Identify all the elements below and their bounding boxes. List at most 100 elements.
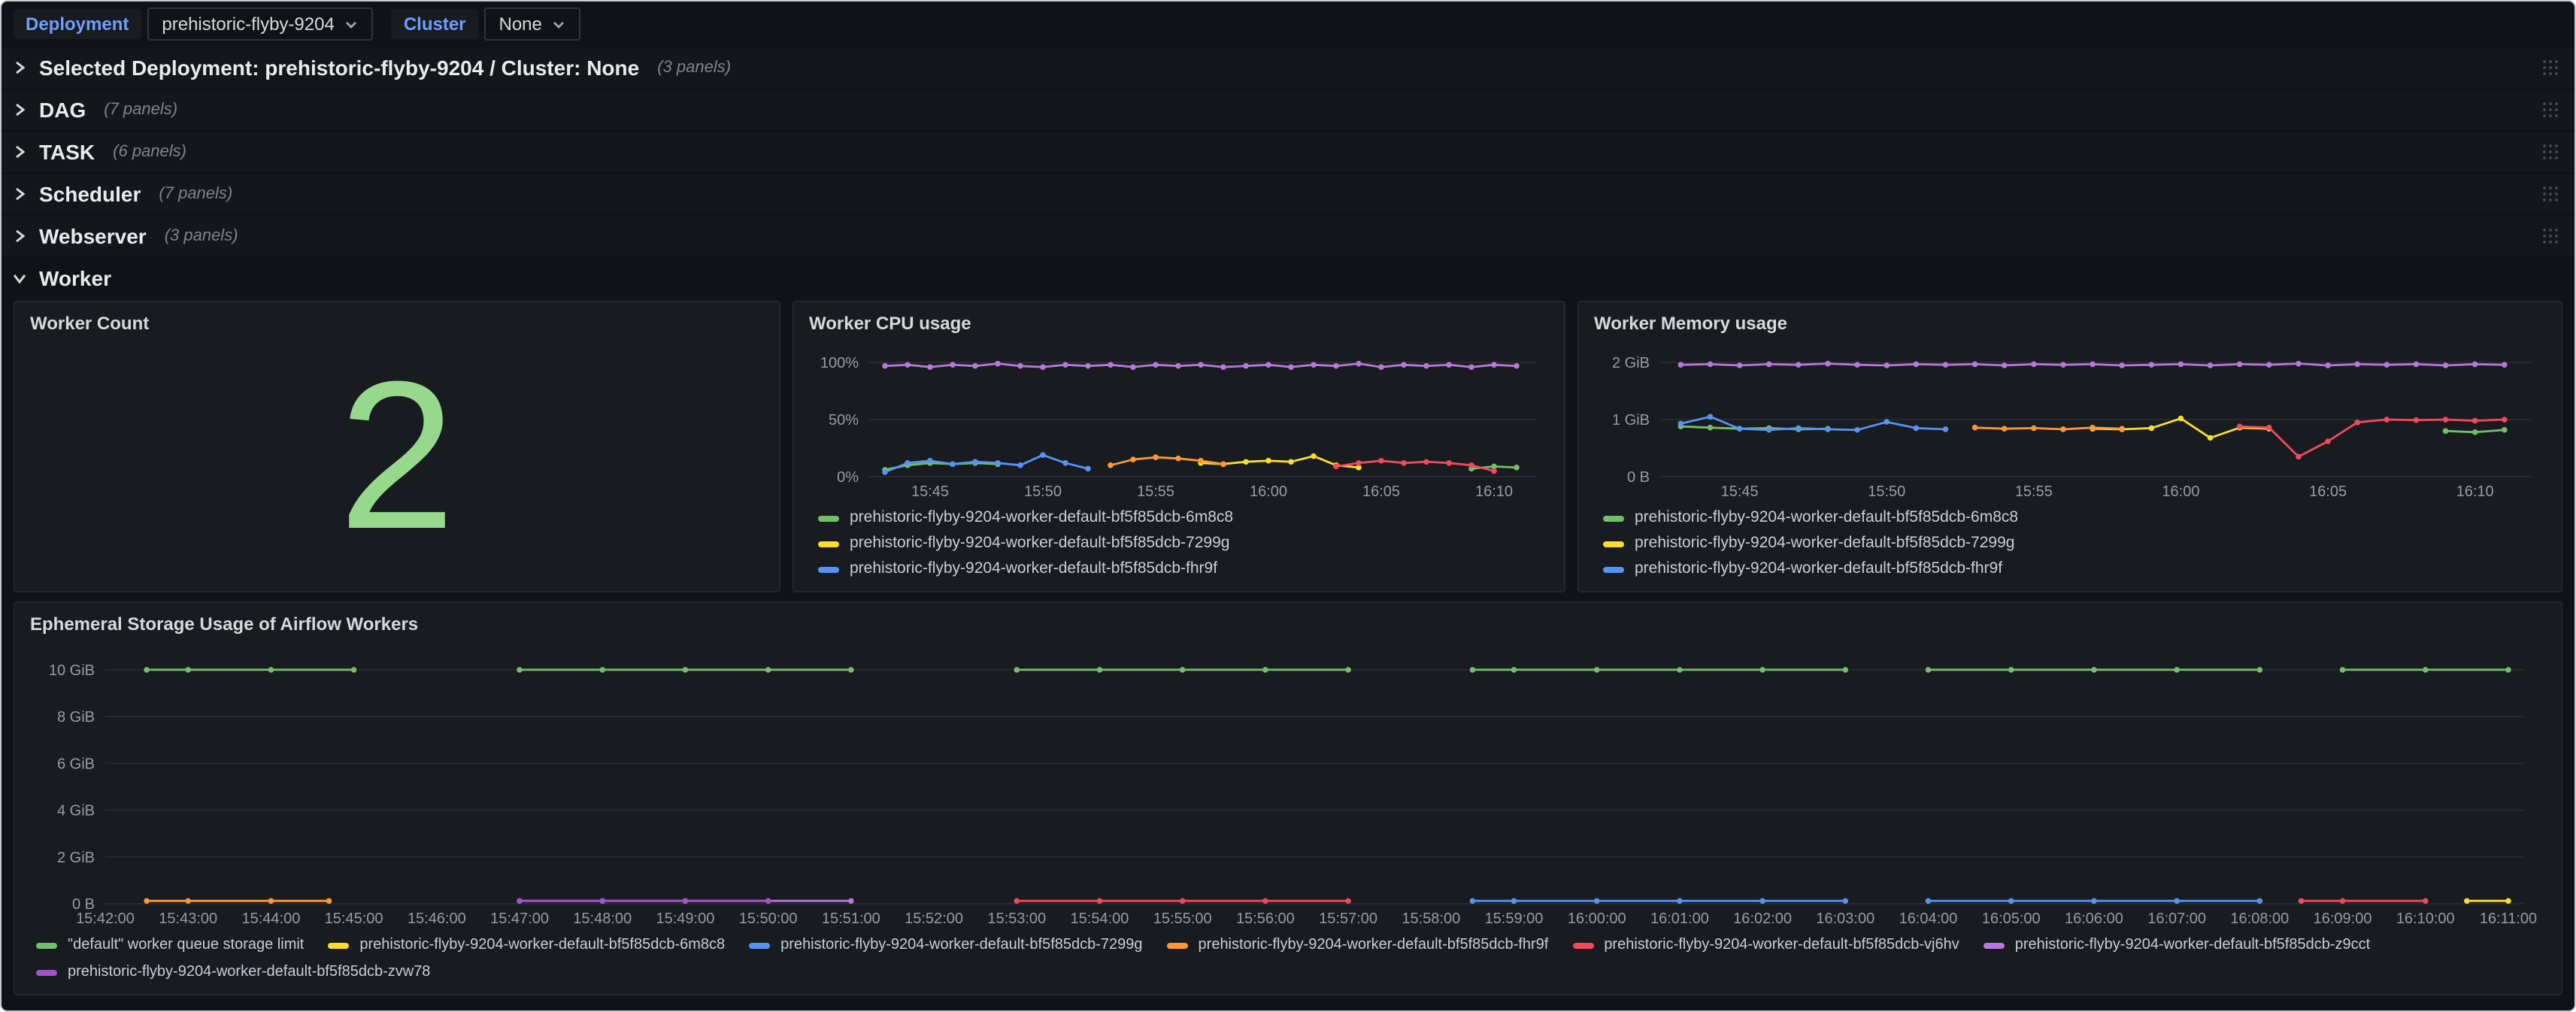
- svg-text:16:10: 16:10: [1475, 483, 1513, 500]
- worker-memory-legend: prehistoric-flyby-9204-worker-default-bf…: [1594, 504, 2546, 585]
- ephemeral-storage-chart[interactable]: 0 B2 GiB4 GiB6 GiB8 GiB10 GiB15:42:0015:…: [30, 639, 2546, 931]
- row-panel-count: (6 panels): [113, 143, 186, 161]
- row-header-scheduler[interactable]: Scheduler (7 panels): [2, 174, 2574, 214]
- legend-series-color: [818, 515, 839, 521]
- row-header-task[interactable]: TASK (6 panels): [2, 132, 2574, 171]
- drag-handle-icon[interactable]: [2541, 185, 2559, 203]
- legend-item[interactable]: prehistoric-flyby-9204-worker-default-bf…: [1603, 505, 2546, 531]
- legend-series-label: prehistoric-flyby-9204-worker-default-bf…: [780, 932, 1142, 958]
- legend-series-label: prehistoric-flyby-9204-worker-default-bf…: [68, 959, 430, 985]
- legend-item[interactable]: prehistoric-flyby-9204-worker-default-bf…: [1603, 556, 2546, 582]
- drag-handle-icon[interactable]: [2541, 101, 2559, 119]
- legend-series-label: prehistoric-flyby-9204-worker-default-bf…: [1635, 531, 2014, 556]
- legend-series-label: prehistoric-flyby-9204-worker-default-bf…: [850, 531, 1229, 556]
- legend-series-color: [1603, 515, 1624, 521]
- svg-text:16:04:00: 16:04:00: [1899, 910, 1958, 927]
- row-header-webserver[interactable]: Webserver (3 panels): [2, 217, 2574, 256]
- legend-series-color: [1603, 566, 1624, 572]
- svg-text:15:55:00: 15:55:00: [1153, 910, 1212, 927]
- panel-worker-cpu-usage: Worker CPU usage 0%50%100%15:4515:5015:5…: [792, 301, 1565, 592]
- variable-cluster: Cluster None: [392, 8, 581, 41]
- svg-text:15:50: 15:50: [1024, 483, 1062, 500]
- legend-item[interactable]: "default" worker queue storage limit: [36, 932, 304, 958]
- row-title: Selected Deployment: prehistoric-flyby-9…: [39, 56, 639, 80]
- row-title: Worker: [39, 266, 111, 290]
- panel-ephemeral-storage: Ephemeral Storage Usage of Airflow Worke…: [14, 601, 2562, 995]
- svg-text:16:02:00: 16:02:00: [1733, 910, 1792, 927]
- legend-item[interactable]: prehistoric-flyby-9204-worker-default-bf…: [328, 932, 725, 958]
- legend-series-label: prehistoric-flyby-9204-worker-default-bf…: [1604, 932, 1959, 958]
- svg-text:1 GiB: 1 GiB: [1612, 412, 1650, 429]
- panel-title[interactable]: Ephemeral Storage Usage of Airflow Worke…: [30, 612, 2546, 636]
- row-header-worker[interactable]: Worker: [2, 259, 2574, 298]
- worker-cpu-chart[interactable]: 0%50%100%15:4515:5015:5516:0016:0516:10: [809, 338, 1549, 504]
- legend-series-label: prehistoric-flyby-9204-worker-default-bf…: [850, 505, 1233, 531]
- svg-text:15:55: 15:55: [1137, 483, 1174, 500]
- row-title: TASK: [39, 140, 95, 164]
- variable-select-cluster[interactable]: None: [484, 8, 581, 41]
- row-panel-count: (3 panels): [165, 227, 238, 245]
- row-header-dag[interactable]: DAG (7 panels): [2, 90, 2574, 129]
- svg-text:16:00:00: 16:00:00: [1568, 910, 1626, 927]
- drag-handle-icon[interactable]: [2541, 227, 2559, 245]
- svg-text:15:57:00: 15:57:00: [1319, 910, 1377, 927]
- drag-handle-icon[interactable]: [2541, 143, 2559, 161]
- legend-series-color: [1167, 942, 1188, 948]
- svg-text:10 GiB: 10 GiB: [49, 662, 95, 679]
- svg-text:15:45: 15:45: [1721, 483, 1759, 500]
- variable-deployment: Deployment prehistoric-flyby-9204: [14, 8, 374, 41]
- svg-text:15:59:00: 15:59:00: [1485, 910, 1544, 927]
- svg-text:15:55: 15:55: [2015, 483, 2053, 500]
- svg-text:15:56:00: 15:56:00: [1236, 910, 1295, 927]
- worker-memory-chart[interactable]: 0 B1 GiB2 GiB15:4515:5015:5516:0016:0516…: [1594, 338, 2546, 504]
- row-title: DAG: [39, 98, 86, 122]
- grafana-dashboard-window: Deployment prehistoric-flyby-9204 Cluste…: [0, 0, 2576, 1012]
- svg-text:15:43:00: 15:43:00: [159, 910, 217, 927]
- variable-select-deployment[interactable]: prehistoric-flyby-9204: [147, 8, 373, 41]
- svg-text:15:45:00: 15:45:00: [325, 910, 383, 927]
- svg-text:16:07:00: 16:07:00: [2147, 910, 2206, 927]
- row-panel-count: (7 panels): [159, 185, 232, 203]
- legend-item[interactable]: prehistoric-flyby-9204-worker-default-bf…: [1603, 531, 2546, 556]
- legend-item[interactable]: prehistoric-flyby-9204-worker-default-bf…: [818, 531, 1549, 556]
- svg-text:15:46:00: 15:46:00: [408, 910, 466, 927]
- row-header-selected-deployment[interactable]: Selected Deployment: prehistoric-flyby-9…: [2, 48, 2574, 87]
- variables-bar: Deployment prehistoric-flyby-9204 Cluste…: [2, 2, 2574, 47]
- panel-title[interactable]: Worker Memory usage: [1594, 311, 2546, 335]
- legend-item[interactable]: prehistoric-flyby-9204-worker-default-bf…: [818, 505, 1549, 531]
- legend-series-color: [1603, 541, 1624, 547]
- svg-text:16:05: 16:05: [2309, 483, 2347, 500]
- svg-text:15:44:00: 15:44:00: [241, 910, 300, 927]
- worker-count-value: 2: [30, 326, 764, 585]
- panel-title[interactable]: Worker CPU usage: [809, 311, 1549, 335]
- svg-text:15:48:00: 15:48:00: [573, 910, 632, 927]
- svg-text:2 GiB: 2 GiB: [57, 850, 95, 866]
- legend-item[interactable]: prehistoric-flyby-9204-worker-default-bf…: [1984, 932, 2370, 958]
- chevron-right-icon: [12, 102, 27, 117]
- legend-series-color: [818, 566, 839, 572]
- legend-item[interactable]: prehistoric-flyby-9204-worker-default-bf…: [818, 556, 1549, 582]
- legend-item[interactable]: prehistoric-flyby-9204-worker-default-bf…: [36, 959, 430, 985]
- variable-label-deployment[interactable]: Deployment: [14, 9, 141, 39]
- chevron-down-icon: [345, 19, 359, 29]
- svg-text:16:06:00: 16:06:00: [2065, 910, 2123, 927]
- svg-text:16:08:00: 16:08:00: [2230, 910, 2289, 927]
- svg-text:15:58:00: 15:58:00: [1402, 910, 1460, 927]
- svg-text:16:03:00: 16:03:00: [1816, 910, 1874, 927]
- svg-text:15:50: 15:50: [1868, 483, 1905, 500]
- legend-series-label: prehistoric-flyby-9204-worker-default-bf…: [850, 556, 1217, 582]
- svg-text:15:51:00: 15:51:00: [822, 910, 880, 927]
- legend-item[interactable]: prehistoric-flyby-9204-worker-default-bf…: [1572, 932, 1959, 958]
- chevron-down-icon: [12, 271, 27, 286]
- legend-item[interactable]: prehistoric-flyby-9204-worker-default-bf…: [749, 932, 1142, 958]
- legend-item[interactable]: prehistoric-flyby-9204-worker-default-bf…: [1167, 932, 1549, 958]
- svg-text:16:00: 16:00: [1250, 483, 1287, 500]
- chevron-down-icon: [553, 19, 566, 29]
- variable-label-cluster[interactable]: Cluster: [392, 9, 478, 39]
- legend-series-color: [749, 942, 770, 948]
- row-title: Scheduler: [39, 182, 141, 206]
- svg-text:15:53:00: 15:53:00: [987, 910, 1046, 927]
- legend-series-label: prehistoric-flyby-9204-worker-default-bf…: [2015, 932, 2370, 958]
- drag-handle-icon[interactable]: [2541, 59, 2559, 77]
- svg-text:2 GiB: 2 GiB: [1612, 355, 1650, 371]
